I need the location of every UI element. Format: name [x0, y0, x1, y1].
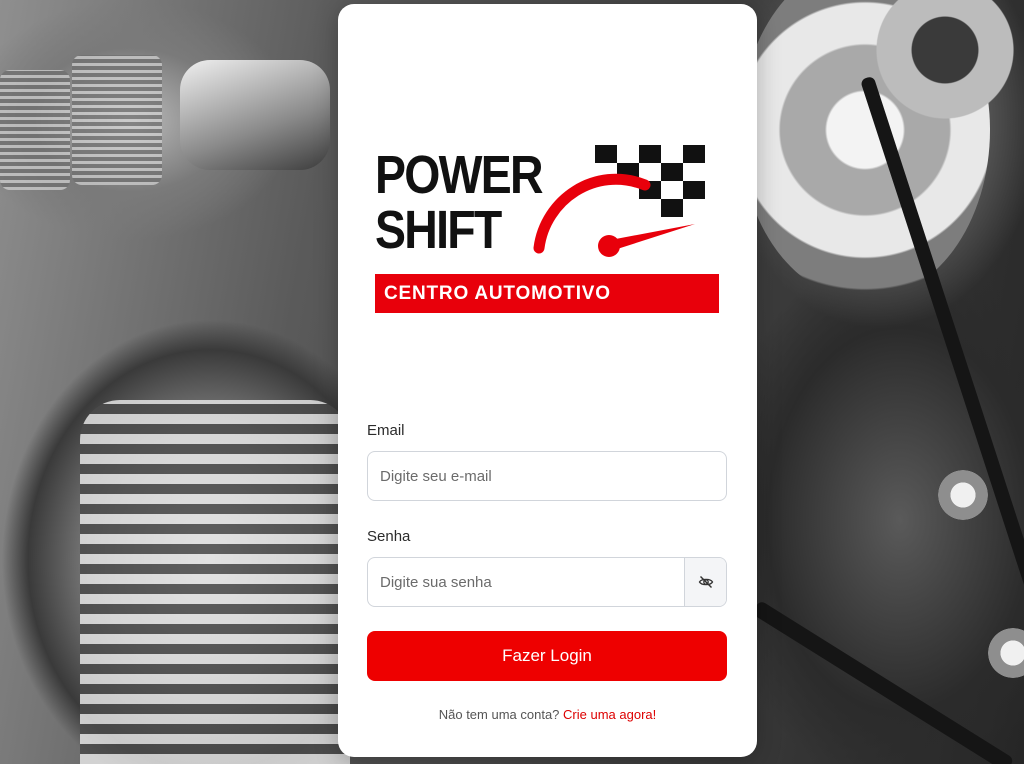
signup-prompt: Não tem uma conta? Crie uma agora! — [338, 707, 757, 722]
password-field-group — [367, 557, 727, 607]
logo-word-power: POWER — [375, 145, 544, 205]
logo-tagline-banner: CENTRO AUTOMOTIVO — [375, 274, 719, 313]
eye-slash-icon — [698, 576, 713, 588]
password-input[interactable] — [368, 558, 684, 606]
login-button[interactable]: Fazer Login — [367, 631, 727, 681]
email-label: Email — [367, 422, 405, 439]
logo-word-shift: SHIFT — [375, 200, 502, 260]
toggle-password-visibility-button[interactable] — [684, 558, 726, 606]
create-account-link[interactable]: Crie uma agora! — [563, 707, 656, 722]
speedometer-flag-icon — [533, 145, 705, 257]
password-label: Senha — [367, 528, 411, 545]
signup-prompt-text: Não tem uma conta? — [438, 707, 560, 722]
brand-logo: POWER SHIFT CENTRO AUTOMOTIVO — [375, 140, 721, 316]
email-input[interactable] — [367, 451, 727, 501]
